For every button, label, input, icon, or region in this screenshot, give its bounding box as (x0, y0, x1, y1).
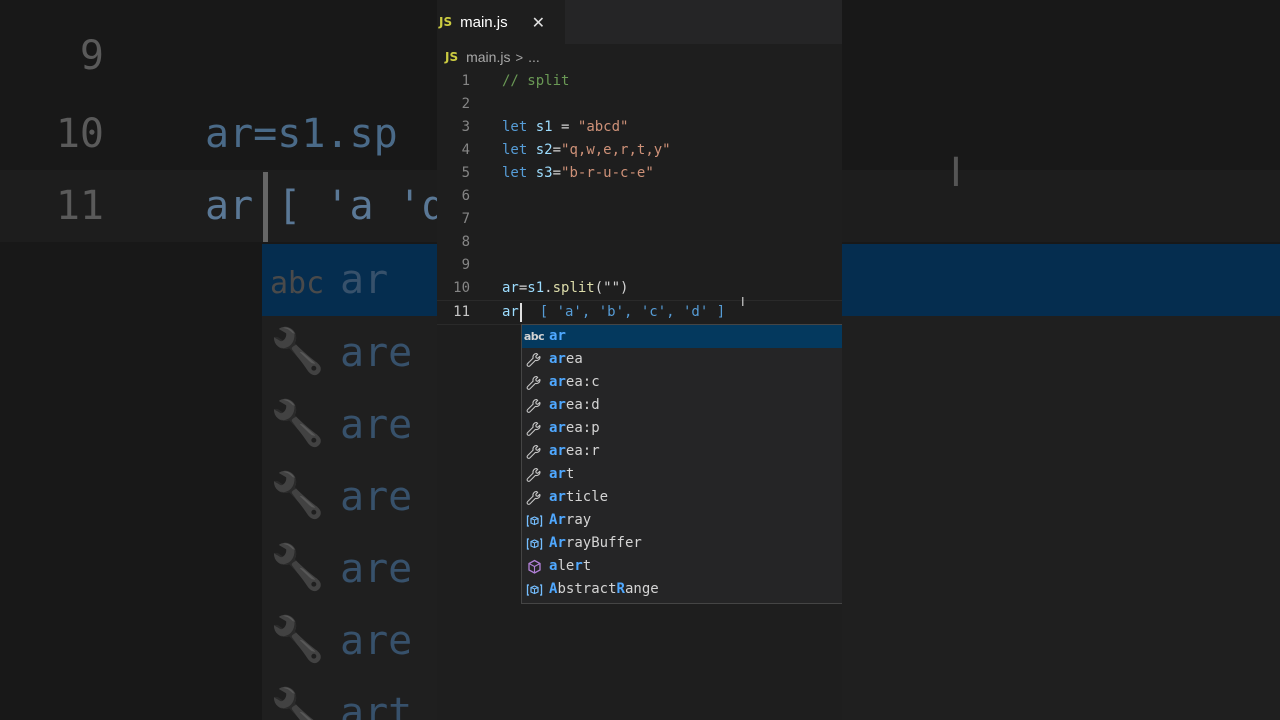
suggestion-item[interactable]: ArrayBuffer (522, 532, 842, 555)
js-file-icon: JS (445, 50, 459, 64)
bg-suggestion-item: 🔧 are (270, 398, 413, 449)
suggestion-label: area:p (549, 420, 600, 436)
code-line[interactable]: 11 ar [ 'a', 'b', 'c', 'd' ] (437, 300, 842, 325)
bg-line-number: 9 (79, 33, 104, 79)
variable-icon (525, 514, 543, 528)
bg-line-number: 11 (55, 183, 104, 229)
tab-label: main.js (460, 13, 508, 31)
suggestion-label: area:c (549, 374, 600, 390)
suggestion-label: area (549, 351, 583, 367)
suggestion-item[interactable]: alert (522, 555, 842, 578)
code-line[interactable]: 1 // split (437, 70, 842, 93)
code-line[interactable]: 3 let s1 = "abcd" (437, 116, 842, 139)
suggestion-item[interactable]: Array (522, 509, 842, 532)
bg-suggestion-item: 🔧 are (270, 614, 413, 665)
abc-text-icon: abc (523, 330, 545, 343)
breadcrumb-symbol[interactable]: ... (528, 49, 540, 65)
suggestion-item[interactable]: area:p (522, 417, 842, 440)
suggestion-item[interactable]: area:c (522, 371, 842, 394)
bg-code: ar=s1.sp (205, 111, 398, 157)
breadcrumb-file[interactable]: main.js (466, 49, 510, 65)
suggestion-item[interactable]: abc ar (522, 325, 842, 348)
bg-line-number: 10 (55, 111, 104, 157)
line-number: 5 (461, 165, 470, 181)
wrench-icon (525, 444, 543, 460)
wrench-icon (525, 375, 543, 391)
code-text: let s1 = "abcd" (502, 119, 629, 135)
breadcrumb: JS main.js > ... (437, 44, 842, 70)
line-number: 10 (453, 280, 470, 296)
code-line[interactable]: 8 (437, 231, 842, 254)
suggestion-label: AbstractRange (549, 581, 659, 597)
line-number: 1 (461, 73, 470, 89)
code-line[interactable]: 10 ar=s1.split("") (437, 277, 842, 300)
suggestion-label: area:r (549, 443, 600, 459)
bg-suggestion-item: 🔧 are (270, 542, 413, 593)
code-line[interactable]: 9 (437, 254, 842, 277)
code-line[interactable]: 4 let s2="q,w,e,r,t,y" (437, 139, 842, 162)
ibeam-cursor: I (741, 295, 745, 309)
bg-suggestion-item: abc ar (270, 257, 389, 303)
code-text: ar=s1.split("") (502, 280, 629, 296)
line-number: 9 (461, 257, 470, 273)
inline-value-hint: [ 'a', 'b', 'c', 'd' ] (522, 304, 726, 320)
chevron-right-icon: > (515, 49, 524, 65)
line-number: 8 (461, 234, 470, 250)
line-number: 7 (461, 211, 470, 227)
bg-suggestion-item: 🔧 are (270, 470, 413, 521)
suggestion-label: alert (549, 558, 592, 574)
close-icon[interactable]: ✕ (532, 13, 545, 32)
wrench-icon (525, 398, 543, 414)
suggestion-item[interactable]: AbstractRange (522, 578, 842, 601)
method-cube-icon (525, 559, 543, 575)
code-line[interactable]: 5 let s3="b-r-u-c-e" (437, 162, 842, 185)
suggestion-item[interactable]: area:d (522, 394, 842, 417)
wrench-icon (525, 421, 543, 437)
suggestion-label: area:d (549, 397, 600, 413)
editor-panel: JS main.js ✕ JS main.js > ... 1 // split 2… (437, 0, 842, 720)
bg-suggestion-item: 🔧 are (270, 326, 413, 377)
bg-caret (263, 172, 268, 242)
text-cursor (519, 302, 522, 322)
code-line[interactable]: 6 (437, 185, 842, 208)
code-text: let s3="b-r-u-c-e" (502, 165, 654, 181)
code-line[interactable]: 2 (437, 93, 842, 116)
variable-icon (525, 583, 543, 597)
suggest-widget: abc ar area area:c area:d area:p area:r art arti… (521, 324, 842, 604)
line-number: 3 (461, 119, 470, 135)
bg-suggestion-item: 🔧 art (270, 686, 413, 720)
code-text: let s2="q,w,e,r,t,y" (502, 142, 671, 158)
wrench-icon (525, 352, 543, 368)
code-text: ar [ 'a', 'b', 'c', 'd' ] (502, 302, 726, 322)
suggestion-item[interactable]: area:r (522, 440, 842, 463)
line-number: 6 (461, 188, 470, 204)
code-text: // split (502, 73, 570, 89)
bg-ibeam-cursor: I (950, 150, 962, 196)
suggestion-label: ArrayBuffer (549, 535, 642, 551)
suggestion-item[interactable]: article (522, 486, 842, 509)
suggestion-label: Array (549, 512, 592, 528)
suggestion-label: art (549, 466, 575, 482)
line-number: 2 (461, 96, 470, 112)
line-number: 11 (453, 304, 470, 320)
suggestion-label: article (549, 489, 609, 505)
suggestion-item[interactable]: art (522, 463, 842, 486)
suggestion-item[interactable]: area (522, 348, 842, 371)
code-line[interactable]: 7 (437, 208, 842, 231)
wrench-icon (525, 490, 543, 506)
variable-icon (525, 537, 543, 551)
tab-main-js[interactable]: JS main.js ✕ (437, 0, 565, 44)
line-number: 4 (461, 142, 470, 158)
js-file-icon: JS (439, 15, 453, 29)
tab-bar: JS main.js ✕ (437, 0, 842, 44)
wrench-icon (525, 467, 543, 483)
suggestion-label: ar (549, 328, 566, 344)
